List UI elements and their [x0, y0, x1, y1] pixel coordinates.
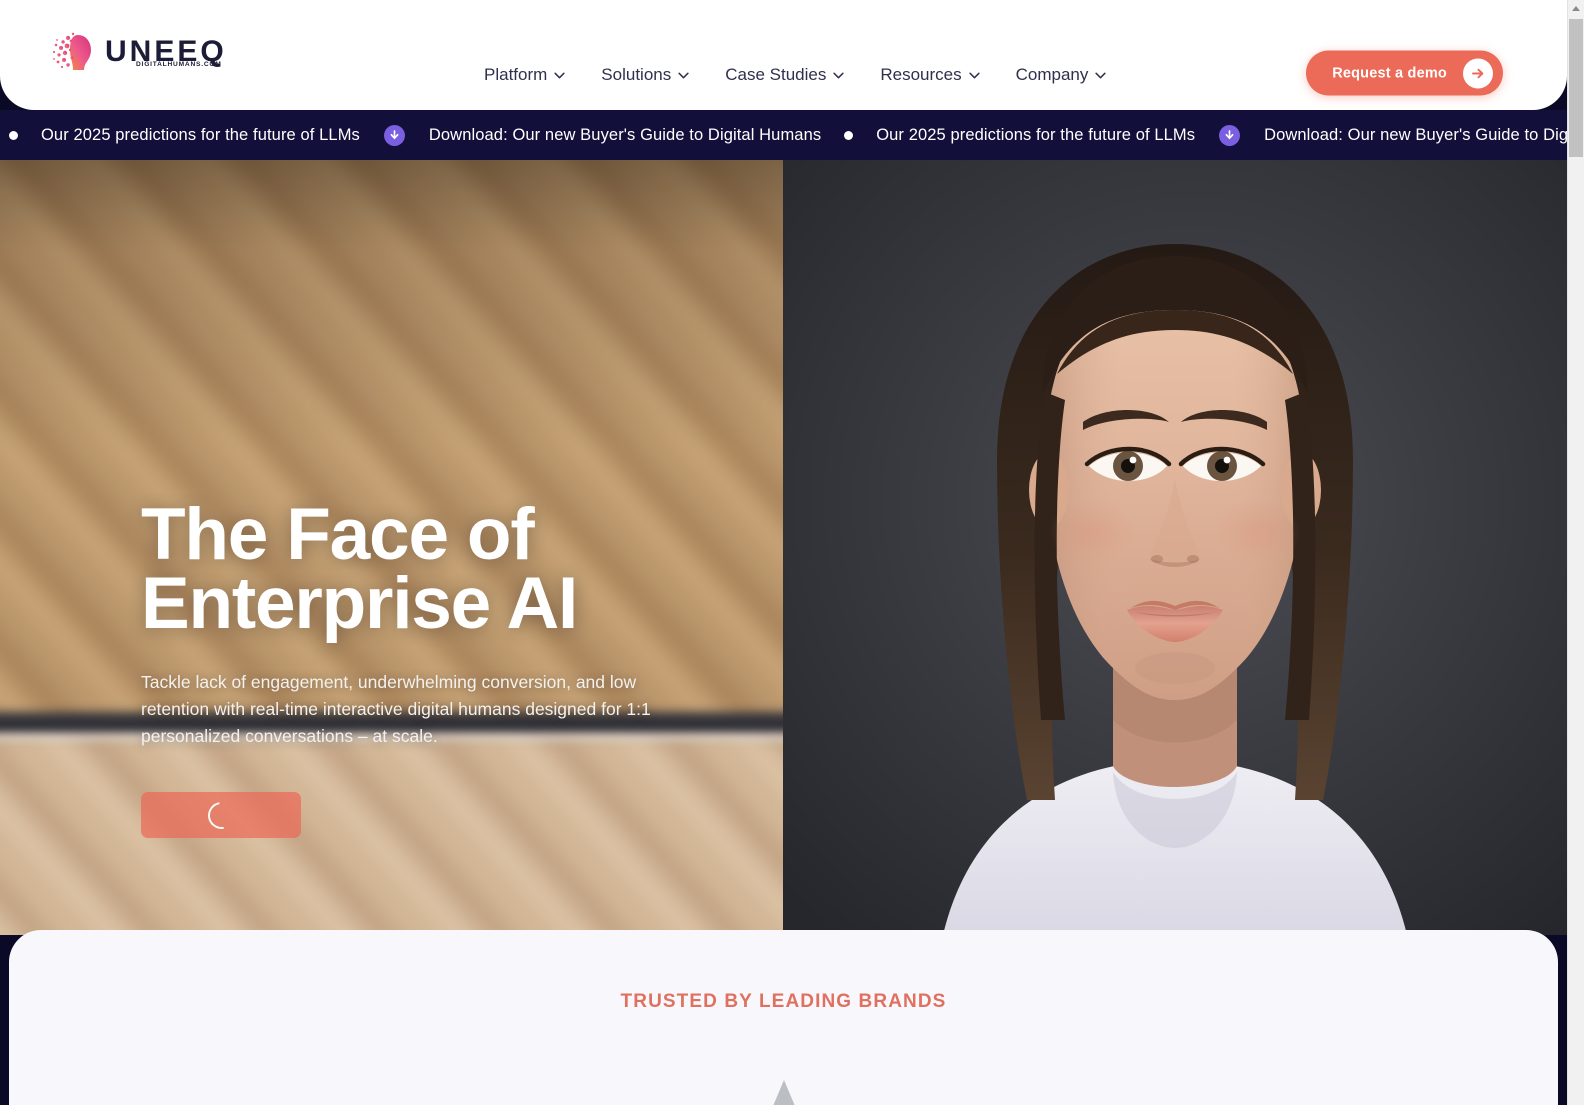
site-logo[interactable]: UNEEQ DIGITALHUMANS.COM — [48, 29, 227, 75]
browser-viewport: The Face of Enterprise AI Tackle lack of… — [0, 0, 1567, 1105]
chevron-down-icon — [833, 72, 844, 78]
hero-copy: The Face of Enterprise AI Tackle lack of… — [141, 498, 761, 839]
chevron-down-icon — [678, 72, 689, 78]
nav-item-resources[interactable]: Resources — [880, 65, 980, 85]
nav-item-case-studies[interactable]: Case Studies — [725, 65, 844, 85]
announcement-ticker[interactable]: Our 2025 predictions for the future of L… — [0, 110, 1567, 160]
loading-spinner-icon — [202, 796, 240, 834]
site-header: UNEEQ DIGITALHUMANS.COM Platform Solutio… — [0, 0, 1567, 110]
header-inner: UNEEQ DIGITALHUMANS.COM Platform Solutio… — [0, 0, 1567, 110]
logo-wordmark: UNEEQ DIGITALHUMANS.COM — [105, 37, 227, 69]
nav-item-company[interactable]: Company — [1016, 65, 1107, 85]
arrow-right-circle-icon — [1463, 58, 1493, 88]
trusted-brands-heading: TRUSTED BY LEADING BRANDS — [620, 991, 947, 1012]
chevron-down-icon — [1095, 72, 1107, 78]
nav-item-label: Company — [1015, 65, 1089, 84]
hero-title: The Face of Enterprise AI — [141, 498, 761, 640]
ticker-item-label: Download: Our new Buyer's Guide to Digit… — [428, 125, 822, 144]
hero-title-line-2: Enterprise AI — [141, 563, 578, 645]
ticker-item-label: Our 2025 predictions for the future of L… — [41, 125, 360, 144]
logo-tagline: DIGITALHUMANS.COM — [136, 61, 222, 69]
scrollbar-thumb[interactable] — [1569, 19, 1583, 157]
ticker-item[interactable]: Our 2025 predictions for the future of L… — [27, 126, 374, 145]
ticker-item[interactable]: Download: Our new Buyer's Guide to Digit… — [1250, 126, 1567, 145]
chevron-down-icon — [554, 72, 565, 78]
hero-section: The Face of Enterprise AI Tackle lack of… — [0, 160, 1567, 935]
request-demo-button[interactable]: Request a demo — [1306, 50, 1503, 96]
hero-subtitle: Tackle lack of engagement, underwhelming… — [141, 671, 651, 746]
nav-item-label: Case Studies — [725, 65, 827, 84]
particle-face-icon — [52, 32, 91, 70]
ticker-download-icon — [1219, 124, 1241, 146]
nav-item-platform[interactable]: Platform — [484, 65, 565, 85]
browser-scrollbar[interactable] — [1567, 0, 1584, 1105]
hero-avatar-stage — [783, 160, 1567, 935]
ticker-item-label: Our 2025 predictions for the future of L… — [876, 125, 1196, 144]
nav-item-label: Solutions — [601, 65, 672, 84]
nav-item-solutions[interactable]: Solutions — [601, 65, 689, 85]
request-demo-label: Request a demo — [1332, 65, 1447, 81]
ticker-dot-icon — [9, 130, 18, 140]
digital-human-avatar — [783, 160, 1567, 935]
hero-cta-button[interactable] — [141, 792, 301, 839]
primary-nav: Platform Solutions Case Studies Resource… — [484, 65, 1107, 85]
scroll-up-arrow-icon[interactable] — [1568, 0, 1584, 17]
nav-item-label: Resources — [880, 65, 962, 84]
chevron-down-icon — [969, 72, 980, 78]
trusted-brands-section: TRUSTED BY LEADING BRANDS — [9, 930, 1558, 1105]
ticker-track: Our 2025 predictions for the future of L… — [0, 124, 1567, 146]
page-root: The Face of Enterprise AI Tackle lack of… — [0, 0, 1584, 1105]
ticker-item[interactable]: Download: Our new Buyer's Guide to Digit… — [415, 126, 835, 145]
ticker-download-icon — [383, 124, 405, 146]
brand-logo-partial-icon — [772, 1080, 795, 1105]
brand-logos-row — [134, 1078, 1434, 1105]
ticker-item-label: Download: Our new Buyer's Guide to Digit… — [1264, 125, 1567, 144]
ticker-dot-icon — [844, 130, 854, 140]
nav-item-label: Platform — [484, 65, 548, 84]
ticker-item[interactable]: Our 2025 predictions for the future of L… — [862, 126, 1209, 145]
